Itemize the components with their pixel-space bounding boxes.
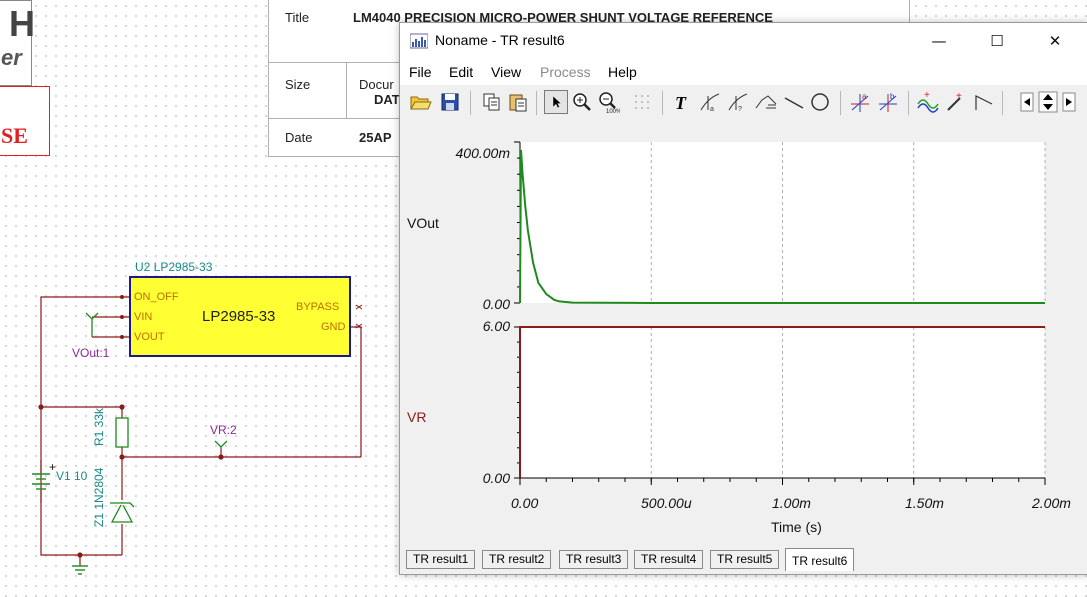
date-value: 25AP bbox=[359, 130, 392, 145]
scroll-left-icon[interactable] bbox=[1014, 90, 1038, 114]
title-label: Title bbox=[285, 10, 310, 25]
xtick-2: 1.00m bbox=[772, 495, 811, 511]
menu-edit[interactable]: Edit bbox=[449, 64, 473, 80]
menu-bar: File Edit View Process Help bbox=[400, 59, 1087, 85]
save-icon[interactable] bbox=[438, 90, 462, 114]
u2-reference-label: U2 LP2985-33 bbox=[135, 260, 213, 274]
x-axis-label: Time (s) bbox=[771, 519, 822, 535]
step-icon[interactable] bbox=[972, 90, 996, 114]
xtick-1: 500.00u bbox=[641, 495, 692, 511]
plus-sign: + bbox=[49, 460, 57, 474]
pin-vin: VIN bbox=[134, 311, 153, 323]
document-value: DAT bbox=[374, 92, 400, 107]
size-label: Size bbox=[285, 77, 311, 92]
line-icon[interactable] bbox=[782, 90, 806, 114]
open-icon[interactable] bbox=[408, 90, 432, 114]
zener-label: Z1 1N2804 bbox=[92, 467, 106, 527]
marker-a-icon[interactable]: a bbox=[848, 90, 872, 114]
probe-vout-label: VOut:1 bbox=[72, 346, 110, 360]
probe-icon[interactable]: + bbox=[944, 90, 968, 114]
svg-text:a: a bbox=[862, 92, 867, 101]
minimize-button[interactable]: — bbox=[916, 23, 962, 59]
svg-text:b: b bbox=[890, 92, 895, 101]
svg-text:a: a bbox=[710, 106, 714, 113]
tab-tr-result1[interactable]: TR result1 bbox=[406, 550, 476, 569]
ytick-bottom-1: 0.00 bbox=[482, 296, 510, 312]
zoom-100-icon[interactable]: 100% bbox=[596, 90, 620, 114]
menu-view[interactable]: View bbox=[491, 64, 521, 80]
xtick-3: 1.50m bbox=[905, 495, 944, 511]
tab-tr-result2[interactable]: TR result2 bbox=[482, 550, 552, 569]
u2-part-name: LP2985-33 bbox=[202, 308, 276, 325]
paste-icon[interactable] bbox=[506, 90, 530, 114]
trend-icon[interactable] bbox=[754, 90, 778, 114]
ytick-top-2: 6.00 bbox=[482, 318, 510, 334]
app-icon bbox=[410, 33, 428, 49]
curves-icon[interactable]: + bbox=[916, 90, 940, 114]
zoom-in-icon[interactable] bbox=[570, 90, 594, 114]
tab-bar: TR result1 TR result2 TR result3 TR resu… bbox=[400, 547, 1087, 574]
logo: H er bbox=[0, 0, 35, 86]
logo-subtext: er bbox=[1, 45, 22, 70]
menu-process[interactable]: Process bbox=[540, 64, 591, 80]
ytick-top-1: 400.00m bbox=[455, 145, 510, 161]
pin-gnd: GND bbox=[321, 321, 346, 333]
svg-text:+: + bbox=[956, 91, 962, 102]
pin-vout: VOUT bbox=[134, 331, 165, 343]
text-icon[interactable]: T bbox=[670, 90, 694, 114]
menu-file[interactable]: File bbox=[409, 64, 432, 80]
circle-icon[interactable] bbox=[808, 90, 832, 114]
document-label: Docur bbox=[359, 77, 394, 92]
pointer-icon[interactable] bbox=[544, 90, 568, 114]
tab-tr-result3[interactable]: TR result3 bbox=[559, 550, 629, 569]
series-label-vout: VOut bbox=[407, 215, 439, 231]
tab-tr-result6[interactable]: TR result6 bbox=[785, 548, 855, 571]
menu-help[interactable]: Help bbox=[608, 64, 637, 80]
series-label-vr: VR bbox=[407, 409, 427, 425]
plot-area[interactable]: VOut VR 400.00m 0.00 6.00 0.00 0.00 500.… bbox=[400, 121, 1087, 547]
license-stamp: SE bbox=[0, 86, 50, 156]
pin-bypass: BYPASS bbox=[296, 301, 340, 313]
resistor-label: R1 33k bbox=[92, 407, 106, 446]
svg-text:T: T bbox=[675, 93, 687, 113]
ytick-bottom-2: 0.00 bbox=[482, 470, 510, 486]
cursor-a-icon[interactable]: a bbox=[698, 90, 722, 114]
copy-icon[interactable] bbox=[480, 90, 504, 114]
tab-tr-result4[interactable]: TR result4 bbox=[634, 550, 704, 569]
window-title: Noname - TR result6 bbox=[435, 32, 565, 48]
source-label: V1 10 bbox=[56, 469, 88, 483]
logo-letter: H bbox=[9, 3, 35, 44]
close-button[interactable]: ✕ bbox=[1032, 23, 1078, 59]
probe-vr-label: VR:2 bbox=[210, 423, 237, 437]
xtick-4: 2.00m bbox=[1032, 495, 1071, 511]
date-label: Date bbox=[285, 130, 313, 145]
pin-on-off: ON_OFF bbox=[134, 291, 179, 303]
svg-text:100%: 100% bbox=[606, 109, 620, 114]
scroll-right-icon[interactable] bbox=[1058, 90, 1082, 114]
tr-result-window[interactable]: Noname - TR result6 — ☐ ✕ File Edit View… bbox=[399, 22, 1087, 575]
tab-tr-result5[interactable]: TR result5 bbox=[710, 550, 780, 569]
xtick-0: 0.00 bbox=[511, 495, 539, 511]
scroll-updown-icon[interactable] bbox=[1036, 90, 1060, 114]
marker-b-icon[interactable]: b bbox=[876, 90, 900, 114]
grid-icon[interactable] bbox=[630, 90, 654, 114]
license-text: SE bbox=[1, 123, 28, 148]
cursor-b-icon[interactable]: ? bbox=[726, 90, 750, 114]
svg-text:+: + bbox=[924, 90, 930, 101]
maximize-button[interactable]: ☐ bbox=[974, 23, 1020, 59]
svg-text:?: ? bbox=[738, 106, 742, 113]
window-titlebar[interactable]: Noname - TR result6 — ☐ ✕ bbox=[400, 23, 1087, 59]
toolbar: 100% T a ? a b + + bbox=[400, 85, 1087, 122]
